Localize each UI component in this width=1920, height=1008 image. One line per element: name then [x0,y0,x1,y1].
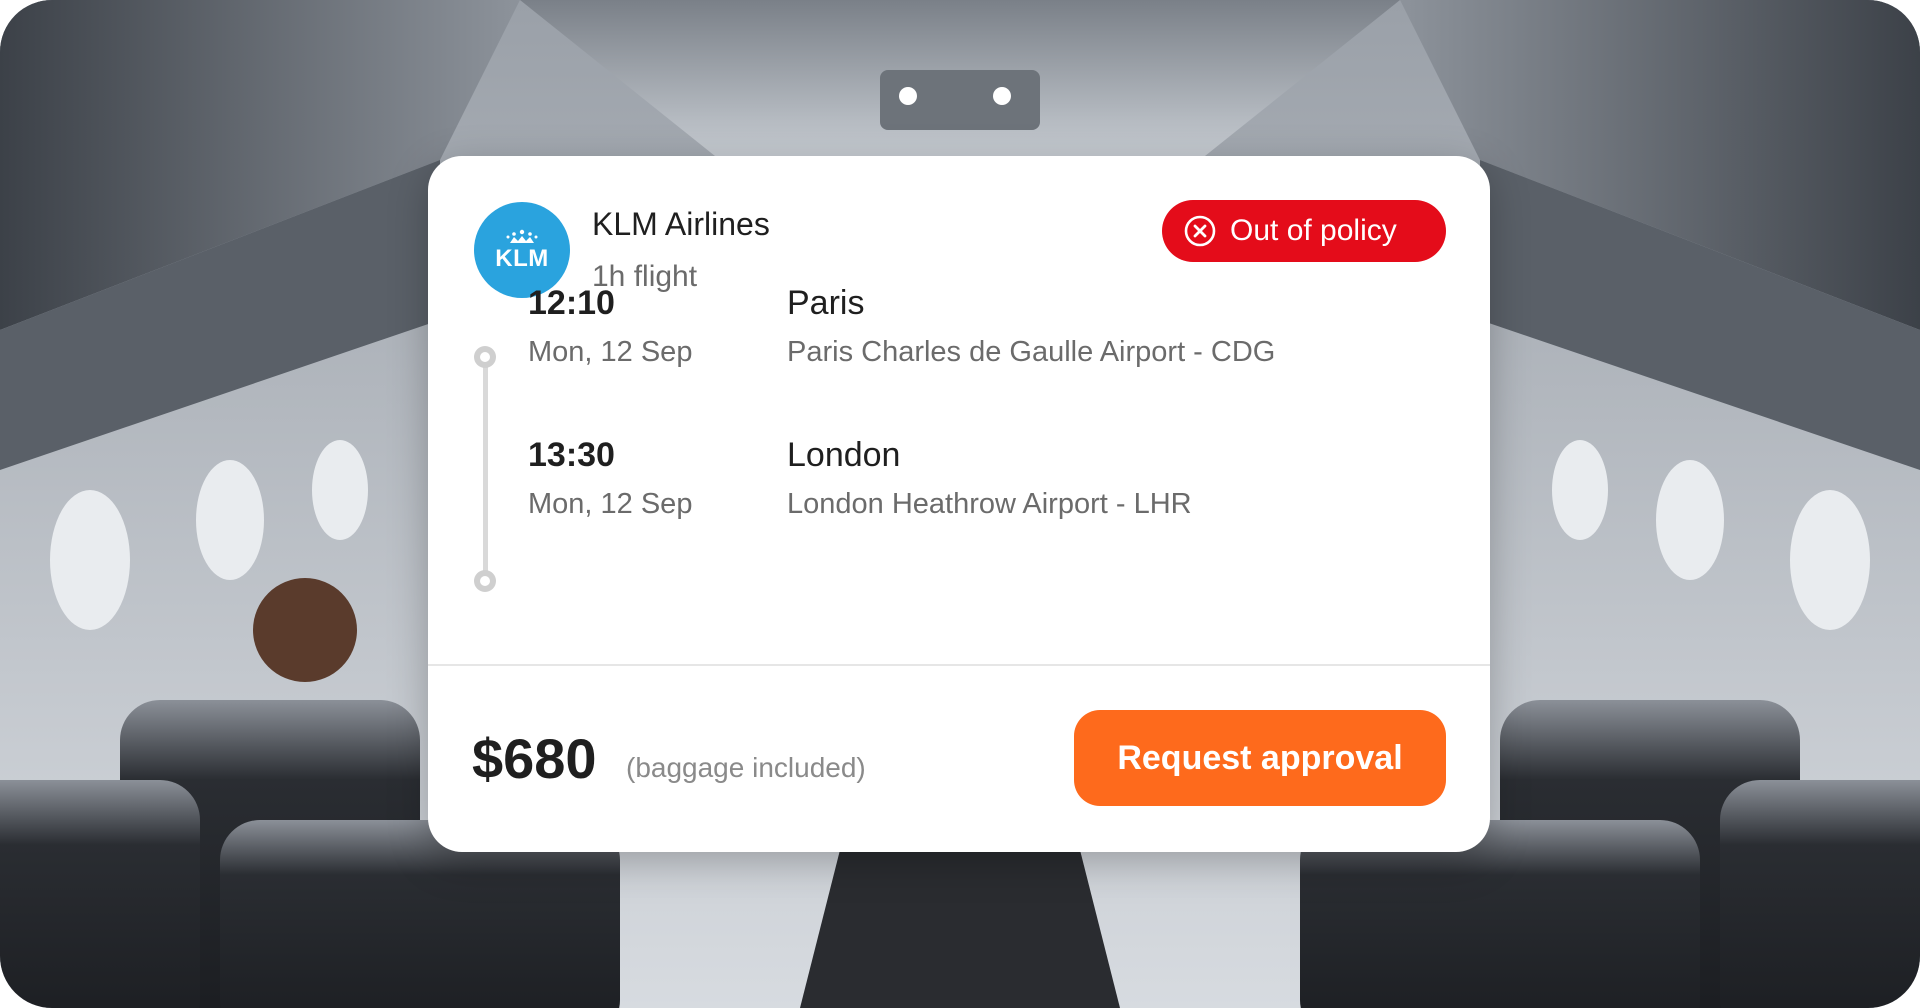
departure-time: 12:10 [528,284,615,322]
crown-icon [506,229,538,243]
airline-name: KLM Airlines [592,206,770,242]
departure-dot-icon [474,346,496,368]
flight-card: KLM KLM Airlines 1h flight Out of policy… [428,156,1490,852]
arrival-airport: London Heathrow Airport - LHR [787,488,1192,520]
out-of-policy-badge: Out of policy [1162,200,1446,262]
timeline-line [483,360,488,578]
arrival-time: 13:30 [528,436,615,474]
departure-airport: Paris Charles de Gaulle Airport - CDG [787,336,1276,368]
policy-badge-label: Out of policy [1230,214,1397,247]
baggage-note: (baggage included) [626,752,866,783]
departure-date: Mon, 12 Sep [528,336,693,368]
arrival-dot-icon [474,570,496,592]
x-circle-icon [1184,215,1216,247]
divider [428,664,1490,666]
airline-logo-text: KLM [495,245,549,272]
departure-city: Paris [787,284,865,322]
request-approval-button[interactable]: Request approval [1074,710,1446,806]
arrival-city: London [787,436,901,474]
arrival-date: Mon, 12 Sep [528,488,693,520]
price: $680 [472,727,597,790]
